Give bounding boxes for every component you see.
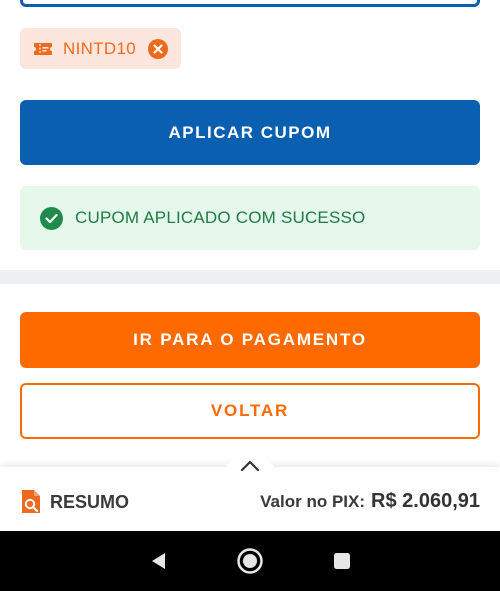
ticket-icon <box>33 39 53 59</box>
android-navigation-bar <box>0 531 500 591</box>
summary-toggle-label[interactable]: RESUMO <box>20 489 129 515</box>
applied-coupon-chip: NINTD10 <box>20 28 181 69</box>
coupon-success-message: CUPOM APLICADO COM SUCESSO <box>20 186 480 250</box>
coupon-input-field[interactable] <box>20 0 480 7</box>
pix-total: Valor no PIX: R$ 2.060,91 <box>260 490 480 513</box>
chevron-up-icon[interactable] <box>224 452 276 488</box>
coupon-code: NINTD10 <box>63 38 136 58</box>
nav-back-icon[interactable] <box>143 546 173 576</box>
nav-recents-icon[interactable] <box>327 546 357 576</box>
close-circle-icon[interactable] <box>147 38 168 59</box>
nav-home-icon[interactable] <box>235 546 265 576</box>
pix-value: R$ 2.060,91 <box>371 490 480 512</box>
document-search-icon <box>20 489 44 515</box>
apply-coupon-button[interactable]: APLICAR CUPOM <box>20 100 480 165</box>
check-circle-icon <box>40 206 63 230</box>
go-to-payment-button[interactable]: IR PARA O PAGAMENTO <box>20 312 480 368</box>
success-text: CUPOM APLICADO COM SUCESSO <box>75 208 366 227</box>
section-divider <box>0 270 500 284</box>
back-button[interactable]: VOLTAR <box>20 383 480 439</box>
summary-label: RESUMO <box>50 491 130 512</box>
pix-label: Valor no PIX: <box>260 492 366 511</box>
